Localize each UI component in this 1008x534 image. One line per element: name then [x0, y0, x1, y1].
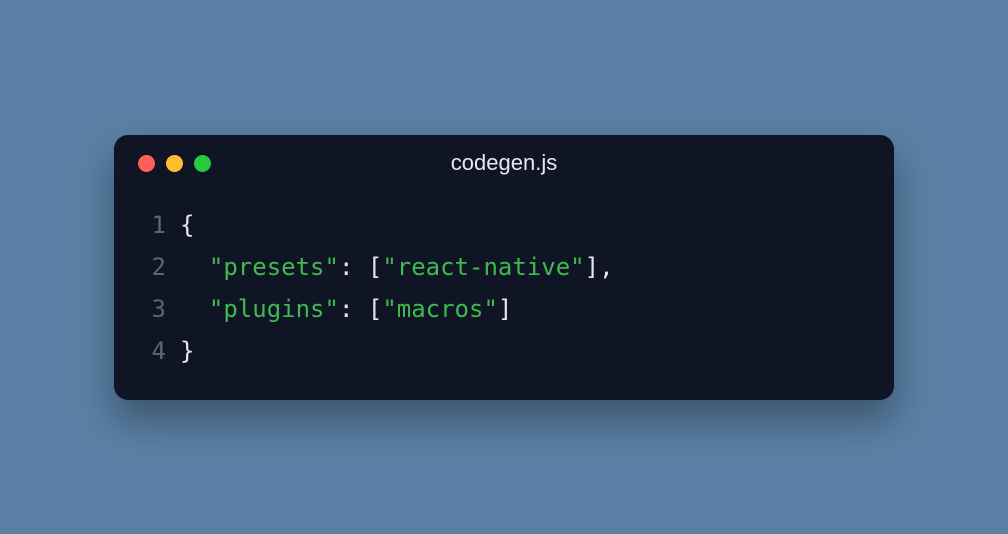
string-token: "macros" — [382, 295, 498, 323]
editor-window: codegen.js 1 { 2 "presets": ["react-nati… — [114, 135, 894, 400]
minimize-icon[interactable] — [166, 155, 183, 172]
code-line: 2 "presets": ["react-native"], — [138, 246, 870, 288]
code-content: { — [180, 204, 194, 246]
line-number: 4 — [138, 330, 166, 372]
indent-token — [180, 246, 209, 288]
code-content: "plugins": ["macros"] — [180, 288, 512, 330]
comma-token: , — [599, 253, 613, 281]
bracket-close-token: ] — [498, 295, 512, 323]
code-content: } — [180, 330, 194, 372]
code-content: "presets": ["react-native"], — [180, 246, 614, 288]
bracket-close-token: ] — [585, 253, 599, 281]
colon-token: : — [339, 295, 368, 323]
code-line: 1 { — [138, 204, 870, 246]
maximize-icon[interactable] — [194, 155, 211, 172]
line-number: 3 — [138, 288, 166, 330]
line-number: 2 — [138, 246, 166, 288]
titlebar: codegen.js — [114, 135, 894, 180]
key-token: "plugins" — [209, 295, 339, 323]
line-number: 1 — [138, 204, 166, 246]
code-line: 4 } — [138, 330, 870, 372]
bracket-open-token: [ — [368, 295, 382, 323]
bracket-open-token: [ — [368, 253, 382, 281]
indent-token — [180, 288, 209, 330]
window-title: codegen.js — [451, 150, 557, 176]
colon-token: : — [339, 253, 368, 281]
code-area[interactable]: 1 { 2 "presets": ["react-native"], 3 "pl… — [114, 180, 894, 372]
code-line: 3 "plugins": ["macros"] — [138, 288, 870, 330]
brace-close-token: } — [180, 337, 194, 365]
key-token: "presets" — [209, 253, 339, 281]
string-token: "react-native" — [382, 253, 584, 281]
traffic-lights — [138, 155, 211, 172]
close-icon[interactable] — [138, 155, 155, 172]
brace-open-token: { — [180, 211, 194, 239]
